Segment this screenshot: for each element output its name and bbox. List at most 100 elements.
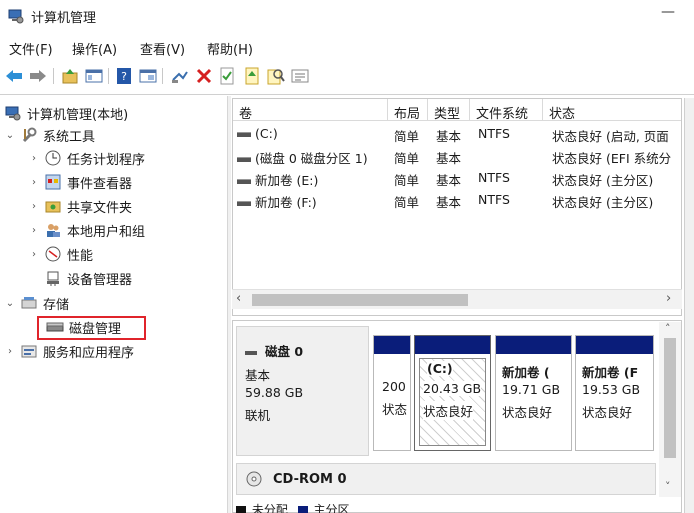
- help-icon[interactable]: ?: [114, 66, 134, 86]
- tree-item-label: 服务和应用程序: [43, 345, 135, 361]
- cdrom-name: CD-ROM 0: [273, 472, 347, 487]
- partition-name: (C:): [427, 361, 453, 376]
- legend-unallocated: 未分配: [251, 503, 288, 513]
- chevron-right-icon[interactable]: ›: [28, 153, 40, 164]
- users-icon: [44, 221, 62, 239]
- filesystem-cell: NTFS: [478, 126, 510, 141]
- menu-bar: 文件(F) 操作(A) 查看(V) 帮助(H): [0, 36, 694, 58]
- partition-c[interactable]: (C:) 20.43 GB 状态良好: [414, 335, 491, 451]
- partition-f[interactable]: 新加卷 (F 19.53 GB 状态良好: [575, 335, 654, 451]
- layout-cell: 简单: [394, 129, 420, 144]
- table-row[interactable]: 新加卷 (E:) 简单 基本 NTFS 状态良好 (主分区): [233, 167, 681, 189]
- settings-list-icon[interactable]: [290, 66, 310, 86]
- partition-bar: [415, 336, 490, 354]
- volume-name: 新加卷 (E:): [255, 173, 319, 188]
- tree-item-storage[interactable]: ⌄ 存储: [4, 292, 69, 314]
- properties-icon[interactable]: [217, 66, 237, 86]
- tree-item-label: 存储: [43, 297, 70, 313]
- menu-action[interactable]: 操作(A): [72, 39, 117, 58]
- menu-help[interactable]: 帮助(H): [207, 39, 253, 58]
- tree-item-event-viewer[interactable]: › 事件查看器: [28, 171, 132, 193]
- partition-size: 19.53 GB: [582, 382, 641, 397]
- partition-size: 20.43 GB: [423, 381, 482, 396]
- disk-graphical-view: 磁盘 0 基本 59.88 GB 联机 200 状态 (C:) 20.43 GB…: [232, 320, 682, 513]
- horizontal-scrollbar[interactable]: ‹ ›: [232, 289, 682, 309]
- table-row[interactable]: (磁盘 0 磁盘分区 1) 简单 基本 状态良好 (EFI 系统分: [233, 145, 681, 167]
- layout-cell: 简单: [394, 195, 420, 210]
- status-cell: 状态良好 (启动, 页面: [552, 129, 669, 144]
- tree-item-label: 共享文件夹: [67, 200, 133, 216]
- scroll-thumb[interactable]: [252, 294, 468, 306]
- partition-e[interactable]: 新加卷 ( 19.71 GB 状态良好: [495, 335, 572, 451]
- partition-size: 200: [382, 379, 406, 394]
- volume-icon: [237, 201, 251, 206]
- tree-item-services-apps[interactable]: › 服务和应用程序: [4, 340, 134, 362]
- tree-item-task-scheduler[interactable]: › 任务计划程序: [28, 147, 145, 169]
- back-arrow-icon[interactable]: [4, 66, 24, 86]
- toolbar-separator: [162, 68, 163, 84]
- chevron-right-icon[interactable]: ›: [28, 177, 40, 188]
- tree-item-device-manager[interactable]: 设备管理器: [44, 267, 132, 289]
- tree-item-shared-folders[interactable]: › 共享文件夹: [28, 195, 132, 217]
- toolbar-separator: [53, 68, 54, 84]
- scroll-down-icon[interactable]: ˅: [665, 480, 671, 493]
- tree-item-root[interactable]: 计算机管理(本地): [4, 102, 128, 124]
- import-icon[interactable]: [242, 66, 262, 86]
- filesystem-cell: NTFS: [478, 192, 510, 207]
- minimize-button[interactable]: —: [655, 4, 681, 26]
- delete-icon[interactable]: [194, 66, 214, 86]
- console-icon[interactable]: [138, 66, 158, 86]
- tree-item-label: 性能: [67, 248, 94, 264]
- chevron-down-icon[interactable]: ⌄: [4, 130, 16, 141]
- tree-item-performance[interactable]: › 性能: [28, 243, 93, 265]
- volume-icon: [237, 179, 251, 184]
- chevron-right-icon[interactable]: ›: [28, 201, 40, 212]
- status-cell: 状态良好 (主分区): [552, 173, 654, 188]
- volume-name: (C:): [255, 126, 278, 141]
- partition-name: 新加卷 (F: [582, 365, 639, 380]
- vertical-scrollbar[interactable]: ˄ ˅: [659, 322, 681, 497]
- disk-state: 联机: [245, 408, 271, 423]
- tree-item-local-users[interactable]: › 本地用户和组: [28, 219, 145, 241]
- chevron-right-icon[interactable]: ›: [4, 346, 16, 357]
- chevron-right-icon[interactable]: ›: [28, 225, 40, 236]
- chevron-down-icon[interactable]: ⌄: [4, 298, 16, 309]
- scroll-left-icon[interactable]: ‹: [236, 291, 241, 306]
- window-title: 计算机管理: [31, 11, 97, 26]
- column-header-type[interactable]: 类型: [428, 99, 470, 122]
- scroll-right-icon[interactable]: ›: [666, 291, 671, 306]
- partition-name: 新加卷 (: [502, 365, 550, 380]
- pane-splitter[interactable]: [227, 96, 231, 513]
- storage-icon: [20, 294, 38, 312]
- tree-item-label: 设备管理器: [67, 272, 133, 288]
- search-icon[interactable]: [266, 66, 286, 86]
- menu-view[interactable]: 查看(V): [140, 39, 185, 58]
- column-header-volume[interactable]: 卷: [233, 99, 388, 122]
- partition-efi[interactable]: 200 状态: [373, 335, 411, 451]
- scroll-thumb[interactable]: [664, 338, 676, 458]
- disk-0-label[interactable]: 磁盘 0 基本 59.88 GB 联机: [236, 326, 369, 456]
- column-header-filesystem[interactable]: 文件系统: [470, 99, 543, 122]
- menu-file[interactable]: 文件(F): [9, 39, 53, 58]
- forward-arrow-icon[interactable]: [28, 66, 48, 86]
- cdrom-label[interactable]: CD-ROM 0: [236, 463, 656, 495]
- volume-name: 新加卷 (F:): [255, 195, 317, 210]
- volume-icon: [237, 132, 251, 137]
- table-row[interactable]: (C:) 简单 基本 NTFS 状态良好 (启动, 页面: [233, 123, 681, 145]
- navigation-tree: 计算机管理(本地) ⌄ 系统工具 › 任务计划程序 › 事件查看器 › 共享文件…: [0, 96, 226, 513]
- tree-item-label: 任务计划程序: [67, 152, 146, 168]
- column-header-status[interactable]: 状态: [543, 99, 681, 122]
- column-header-layout[interactable]: 布局: [388, 99, 428, 122]
- scroll-up-icon[interactable]: ˄: [665, 322, 671, 335]
- table-row[interactable]: 新加卷 (F:) 简单 基本 NTFS 状态良好 (主分区): [233, 189, 681, 211]
- tree-item-system-tools[interactable]: ⌄ 系统工具: [4, 124, 95, 146]
- show-tree-icon[interactable]: [84, 66, 104, 86]
- up-folder-icon[interactable]: [60, 66, 80, 86]
- chevron-right-icon[interactable]: ›: [28, 249, 40, 260]
- shared-folder-icon: [44, 197, 62, 215]
- partition-status: 状态良好: [502, 405, 553, 420]
- connect-icon[interactable]: [170, 66, 190, 86]
- partition-status: 状态良好: [423, 401, 474, 420]
- services-icon: [20, 342, 38, 360]
- actions-pane-edge: [684, 98, 694, 513]
